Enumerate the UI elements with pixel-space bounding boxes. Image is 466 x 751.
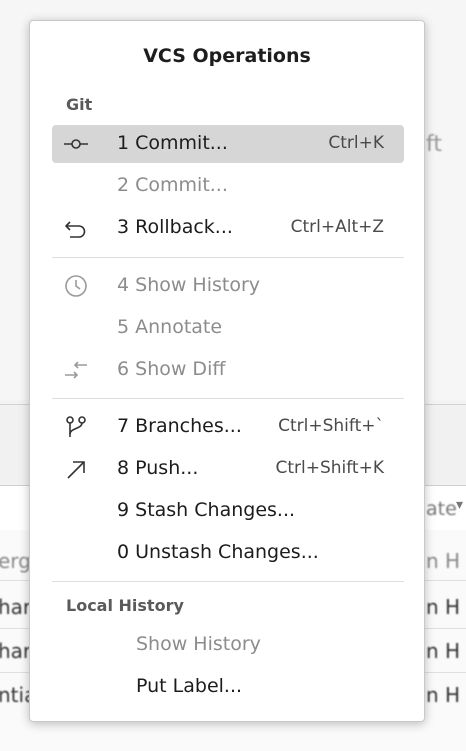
- vcs-operations-popup: VCS Operations Git 1 Commit... Ctrl+K 2 …: [29, 20, 425, 722]
- background-cell: har: [0, 595, 32, 619]
- background-cell: n H: [426, 549, 461, 573]
- menu-item-branches[interactable]: 7 Branches... Ctrl+Shift+`: [52, 408, 404, 446]
- menu-item-label: 2 Commit...: [117, 174, 228, 196]
- background-cell: n H: [426, 639, 461, 663]
- sort-arrow-icon: ▾: [456, 497, 464, 513]
- menu-item-put-label[interactable]: Put Label...: [52, 668, 404, 706]
- history-icon: [65, 275, 87, 297]
- popup-title: VCS Operations: [143, 45, 311, 67]
- menu-item-stash-changes[interactable]: 9 Stash Changes...: [52, 492, 404, 530]
- branch-icon: [66, 416, 86, 437]
- menu-item-label: 9 Stash Changes...: [117, 499, 296, 521]
- menu-item-unstash-changes[interactable]: 0 Unstash Changes...: [52, 534, 404, 572]
- commit-icon: [64, 139, 88, 149]
- menu-item-shortcut: Ctrl+Shift+`: [278, 416, 384, 436]
- menu-item-label: Put Label...: [136, 675, 243, 697]
- group-label-local-history: Local History: [66, 596, 184, 615]
- diff-icon: [65, 361, 87, 379]
- menu-item-shortcut: Ctrl+K: [328, 133, 384, 153]
- menu-item-label: 3 Rollback...: [117, 216, 233, 238]
- menu-item-annotate[interactable]: 5 Annotate: [52, 309, 404, 347]
- menu-item-label: 1 Commit...: [117, 132, 228, 154]
- menu-item-label: Show History: [136, 633, 261, 655]
- background-cell: n H: [426, 595, 461, 619]
- menu-item-label: 8 Push...: [117, 457, 199, 479]
- group-label-git: Git: [66, 95, 93, 114]
- rollback-icon: [65, 221, 86, 238]
- push-icon: [67, 461, 85, 479]
- menu-item-shortcut: Ctrl+Alt+Z: [290, 217, 384, 237]
- background-column-header: ate: [426, 498, 457, 520]
- menu-item-push[interactable]: 8 Push... Ctrl+Shift+K: [52, 450, 404, 488]
- menu-item-label: 6 Show Diff: [117, 358, 226, 380]
- menu-item-show-diff[interactable]: 6 Show Diff: [52, 351, 404, 389]
- menu-item-shortcut: Ctrl+Shift+K: [275, 458, 384, 478]
- background-cell: n H: [426, 683, 461, 707]
- menu-item-local-show-history[interactable]: Show History: [52, 626, 404, 664]
- menu-item-rollback[interactable]: 3 Rollback... Ctrl+Alt+Z: [52, 209, 404, 247]
- menu-item-show-history[interactable]: 4 Show History: [52, 267, 404, 305]
- menu-item-label: 5 Annotate: [117, 316, 223, 338]
- background-cell: har: [0, 639, 32, 663]
- menu-item-label: 7 Branches...: [117, 415, 242, 437]
- menu-separator: [52, 257, 404, 258]
- menu-item-label: 4 Show History: [117, 274, 261, 296]
- background-cell: erg: [0, 549, 31, 573]
- ide-window: ft ate ▾ erg n H har n H har n H ntia n …: [0, 0, 466, 751]
- menu-item-label: 0 Unstash Changes...: [117, 541, 319, 563]
- menu-item-commit[interactable]: 1 Commit... Ctrl+K: [52, 125, 404, 163]
- background-text: ft: [426, 132, 442, 157]
- menu-item-commit-2[interactable]: 2 Commit...: [52, 167, 404, 205]
- menu-separator: [52, 398, 404, 399]
- menu-separator: [52, 581, 404, 582]
